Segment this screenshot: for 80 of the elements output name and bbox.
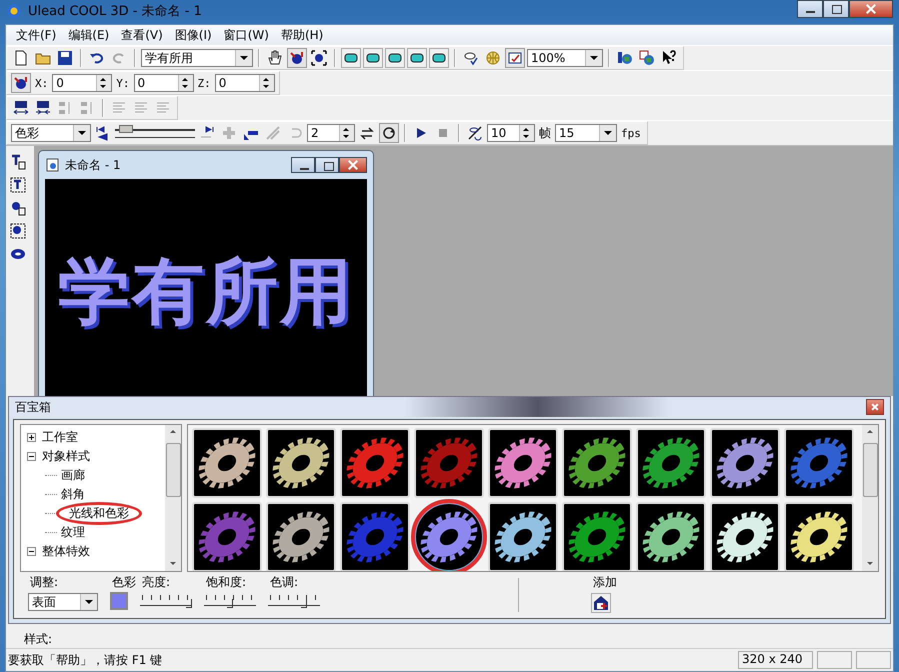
adjust-slider[interactable] xyxy=(204,593,256,610)
adjust-label: 调整: xyxy=(29,574,60,592)
scrollbar[interactable] xyxy=(165,425,181,572)
axis-spinner[interactable]: 0 xyxy=(214,74,275,92)
axis-spinner[interactable]: 0 xyxy=(52,74,112,92)
3d-title-text: 学有所用 xyxy=(58,248,354,335)
canvas-size: 320 x 240 xyxy=(738,651,813,669)
axis-spinner[interactable]: 0 xyxy=(134,74,194,92)
tree-item[interactable]: 画廊 xyxy=(59,467,87,484)
view-icon[interactable] xyxy=(363,48,383,68)
document-icon xyxy=(45,157,61,173)
slider-label: 饱和度: xyxy=(205,574,248,592)
tree-item[interactable]: 工作室 xyxy=(40,429,80,446)
expand-toggle[interactable] xyxy=(27,433,36,442)
close-button[interactable] xyxy=(866,399,884,416)
text-combo[interactable]: 学有所用 xyxy=(141,49,253,67)
window-title: Ulead COOL 3D - 未命名 - 1 xyxy=(28,3,202,20)
color-swatch[interactable] xyxy=(110,592,128,610)
slider-thumb[interactable] xyxy=(186,599,192,608)
style-label: 样式: xyxy=(23,631,54,648)
expand-toggle[interactable] xyxy=(27,452,36,462)
view-icon[interactable] xyxy=(429,48,449,68)
tree-item[interactable]: 整体特效 xyxy=(40,543,92,560)
rotate-object-icon[interactable] xyxy=(287,48,307,68)
shape-select-icon[interactable] xyxy=(8,221,28,241)
frames-spinner[interactable]: 10 xyxy=(487,124,535,142)
axis-label: Y: xyxy=(115,76,130,90)
status-message: 要获取「帮助」，请按 F1 键 xyxy=(8,652,164,668)
property-combo[interactable]: 色彩 xyxy=(11,124,91,142)
fps-combo[interactable]: 15 xyxy=(555,124,617,142)
slider-thumb[interactable] xyxy=(301,599,308,608)
maximize-button[interactable] xyxy=(315,157,339,173)
minimize-button[interactable] xyxy=(797,0,823,18)
frame-spinner[interactable]: 2 xyxy=(307,124,355,142)
status-pane xyxy=(817,651,852,669)
add-label: 添加 xyxy=(592,574,618,592)
axis-label: Z: xyxy=(196,76,212,90)
view-icon[interactable] xyxy=(385,48,405,68)
menu-item[interactable]: 编辑(E) xyxy=(62,26,116,44)
slider-label: 色调: xyxy=(269,574,300,592)
adjust-slider[interactable] xyxy=(140,593,192,610)
maximize-button[interactable] xyxy=(823,0,849,18)
view-icon[interactable] xyxy=(407,48,427,68)
menu-item[interactable]: 文件(F) xyxy=(10,26,62,44)
frames-label: 帧 xyxy=(538,124,552,142)
tree-item[interactable]: 对象样式 xyxy=(40,448,92,466)
expand-toggle[interactable] xyxy=(27,547,36,556)
tree-item[interactable]: 光线和色彩 xyxy=(59,505,139,522)
repeat-icon[interactable] xyxy=(379,123,399,143)
adjust-combo[interactable]: 表面 xyxy=(28,593,98,612)
slider-thumb[interactable] xyxy=(227,599,233,608)
save-icon[interactable] xyxy=(55,48,75,68)
menu-item[interactable]: 帮助(H) xyxy=(274,26,330,44)
adjust-slider[interactable] xyxy=(268,593,320,610)
menu-item[interactable]: 图像(I) xyxy=(168,26,218,44)
fps-label: fps xyxy=(620,126,642,140)
status-pane xyxy=(856,651,891,669)
document-title: 未命名 - 1 xyxy=(65,156,121,174)
close-button[interactable] xyxy=(339,157,367,173)
menu-item[interactable]: 窗口(W) xyxy=(218,26,275,44)
add-to-gallery-icon[interactable] xyxy=(591,593,611,614)
scrollbar[interactable] xyxy=(862,425,878,572)
app-icon xyxy=(6,3,22,19)
tree-item[interactable]: 斜角 xyxy=(59,486,87,504)
panel-title: 百宝箱 xyxy=(15,398,51,416)
view-icon[interactable] xyxy=(341,48,361,68)
close-button[interactable] xyxy=(849,0,893,18)
checkbox-icon[interactable] xyxy=(505,48,525,68)
globe-picture-icon[interactable] xyxy=(637,48,657,68)
slider-label: 亮度: xyxy=(141,574,172,592)
slider-thumb[interactable] xyxy=(119,125,133,133)
text-select-icon[interactable] xyxy=(8,175,28,195)
rotate-object-icon[interactable] xyxy=(11,73,31,93)
zoom-combo[interactable]: 100% xyxy=(527,49,603,67)
minimize-button[interactable] xyxy=(291,157,315,173)
tree-item[interactable]: 纹理 xyxy=(59,524,87,542)
select-object-icon[interactable] xyxy=(309,48,329,68)
menu-item[interactable]: 查看(V) xyxy=(115,26,169,44)
axis-label: X: xyxy=(34,76,50,90)
color-label: 色彩 xyxy=(111,574,137,592)
